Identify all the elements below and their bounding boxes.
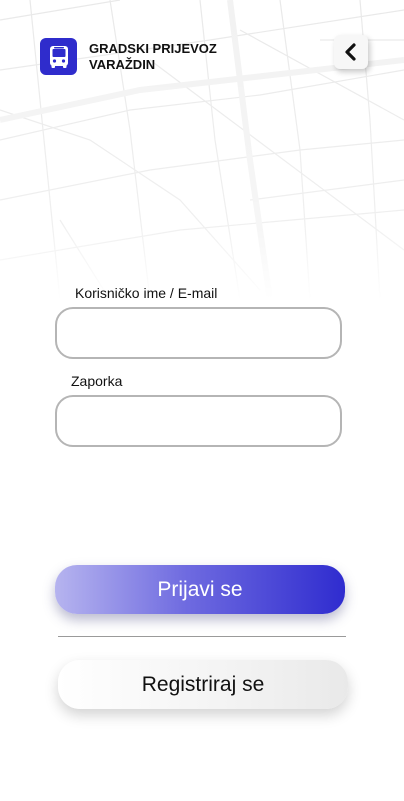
password-label: Zaporka (71, 373, 123, 389)
app-header: GRADSKI PRIJEVOZ VARAŽDIN (0, 0, 404, 100)
chevron-left-icon (345, 43, 356, 61)
app-title-line1: GRADSKI PRIJEVOZ (89, 41, 217, 56)
bus-icon (49, 45, 68, 68)
app-logo (40, 38, 77, 75)
username-input[interactable] (55, 307, 342, 359)
app-title: GRADSKI PRIJEVOZ VARAŽDIN (89, 41, 217, 73)
back-button[interactable] (334, 35, 368, 69)
login-button[interactable]: Prijavi se (55, 565, 345, 614)
username-label: Korisničko ime / E-mail (75, 285, 218, 301)
register-button[interactable]: Registriraj se (58, 660, 348, 709)
app-title-line2: VARAŽDIN (89, 57, 156, 72)
divider (58, 636, 346, 637)
password-input[interactable] (55, 395, 342, 447)
